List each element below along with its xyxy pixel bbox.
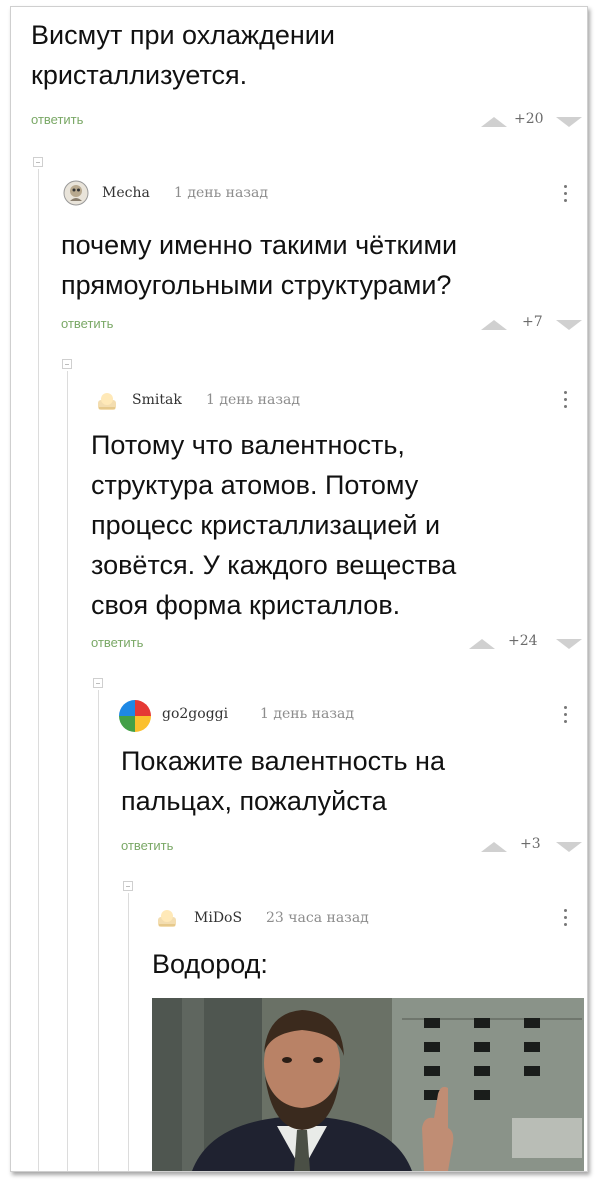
reply-link[interactable]: ответить (91, 635, 143, 650)
avatar (158, 910, 176, 927)
reply-link[interactable]: ответить (121, 838, 173, 853)
comment-text: Покажите валентность на пальцах, пожалуй… (121, 746, 445, 816)
timestamp: 23 часа назад (266, 910, 369, 926)
rating: +20 (514, 111, 544, 127)
thread-line (98, 690, 99, 1171)
collapse-icon[interactable] (93, 678, 103, 688)
more-icon[interactable] (564, 391, 568, 412)
thread-line (67, 371, 68, 1171)
avatar (119, 700, 151, 732)
more-icon[interactable] (564, 185, 568, 206)
username[interactable]: Mecha (102, 185, 150, 201)
collapse-icon[interactable] (62, 359, 72, 369)
timestamp: 1 день назад (260, 706, 354, 722)
comment-text: почему именно такими чёткими прямоугольн… (61, 230, 458, 300)
rating: +24 (508, 633, 538, 649)
upvote-icon[interactable] (481, 842, 507, 852)
thread-line (128, 893, 129, 1171)
comment-text: Потому что валентность, структура атомов… (91, 430, 457, 620)
username[interactable]: MiDoS (194, 910, 242, 926)
more-icon[interactable] (564, 909, 568, 930)
avatar (63, 180, 89, 206)
username[interactable]: go2goggi (162, 706, 228, 722)
downvote-icon[interactable] (556, 842, 582, 852)
rating: +3 (520, 836, 541, 852)
collapse-icon[interactable] (33, 157, 43, 167)
username[interactable]: Smitak (132, 392, 182, 408)
upvote-icon[interactable] (481, 117, 507, 127)
collapse-icon[interactable] (123, 881, 133, 891)
comment-thread: Висмут при охлаждении кристаллизуется. о… (10, 6, 588, 1172)
reply-link[interactable]: ответить (61, 316, 113, 331)
comment-text: Водород: (152, 949, 268, 979)
comment-image[interactable] (152, 998, 584, 1171)
downvote-icon[interactable] (556, 639, 582, 649)
upvote-icon[interactable] (481, 320, 507, 330)
more-icon[interactable] (564, 706, 568, 727)
root-comment-text: Висмут при охлаждении кристаллизуется. (31, 20, 335, 90)
thread-line (38, 169, 39, 1171)
downvote-icon[interactable] (556, 117, 582, 127)
avatar (98, 393, 116, 410)
timestamp: 1 день назад (206, 392, 300, 408)
reply-link[interactable]: ответить (31, 112, 83, 127)
rating: +7 (522, 314, 543, 330)
downvote-icon[interactable] (556, 320, 582, 330)
upvote-icon[interactable] (469, 639, 495, 649)
timestamp: 1 день назад (174, 185, 268, 201)
